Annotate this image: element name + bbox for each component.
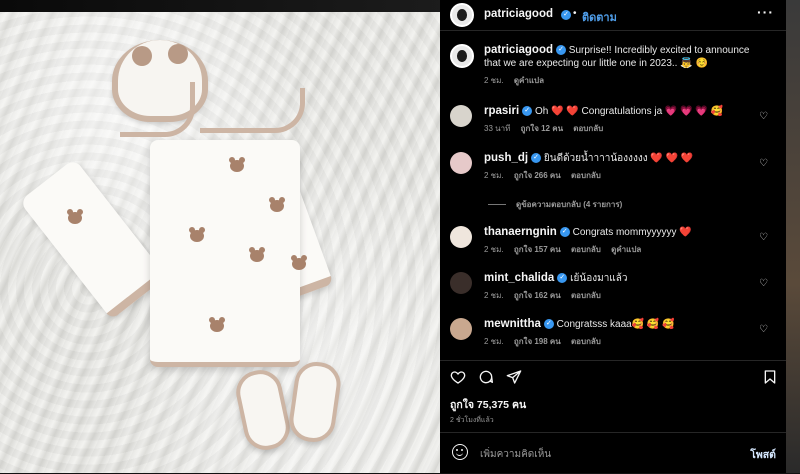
post-header: patriciagood ✓ • ติดตาม ···	[440, 0, 786, 31]
comments-list: patriciagood ✓ Surprise!! Incredibly exci…	[440, 30, 786, 360]
likes-count[interactable]: ถูกใจ 75,375 คน	[450, 396, 526, 413]
comment-time[interactable]: 33 นาที	[484, 124, 510, 133]
commenter-avatar[interactable]	[450, 272, 472, 294]
bear-print	[229, 157, 245, 172]
bear-print	[209, 317, 225, 332]
header-separator: •	[573, 8, 577, 19]
verified-badge-icon: ✓	[531, 153, 542, 164]
comment-likes[interactable]: ถูกใจ 266 คน	[514, 171, 561, 180]
comment-like-heart-icon[interactable]: ♡	[759, 324, 768, 335]
author-username[interactable]: patriciagood	[484, 8, 553, 20]
post-actions: ถูกใจ 75,375 คน 2 ชั่วโมงที่แล้ว	[440, 360, 786, 441]
comment-likes[interactable]: ถูกใจ 198 คน	[514, 337, 561, 346]
hat-ear-left	[132, 46, 152, 66]
comment-time[interactable]: 2 ชม.	[484, 337, 504, 346]
reply-button[interactable]: ตอบกลับ	[571, 337, 601, 346]
comment-time[interactable]: 2 ชม.	[484, 245, 504, 254]
comment-icon[interactable]	[478, 369, 494, 385]
reply-button[interactable]: ตอบกลับ	[571, 171, 601, 180]
caption-meta: 2 ชม. ดูคำแปล	[484, 74, 764, 87]
caption-username[interactable]: patriciagood	[484, 44, 553, 56]
comment-input[interactable]	[478, 445, 722, 463]
hat-ear-right	[168, 44, 188, 64]
comment-meta: 2 ชม. ถูกใจ 266 คน ตอบกลับ	[484, 169, 754, 182]
commenter-avatar[interactable]	[450, 318, 472, 340]
hat-strap-right	[200, 88, 305, 133]
background-feed-edge	[786, 0, 800, 473]
caption-avatar[interactable]	[450, 44, 474, 68]
comment-username[interactable]: push_dj	[484, 152, 528, 164]
reply-button[interactable]: ตอบกลับ	[571, 291, 601, 300]
verified-badge-icon: ✓	[522, 106, 533, 117]
verified-badge-icon: ✓	[556, 45, 567, 56]
comment-meta: 33 นาที ถูกใจ 12 คน ตอบกลับ	[484, 122, 754, 135]
caption-body: patriciagood ✓ Surprise!! Incredibly exci…	[484, 44, 764, 87]
comment-body: push_dj ✓ ยินดีด้วยน้ำาาาน้องงงงง ❤️ ❤️ ❤…	[484, 152, 754, 182]
author-avatar[interactable]	[450, 3, 474, 27]
verified-badge-icon: ✓	[561, 10, 571, 20]
bear-print	[269, 197, 285, 212]
avatar-image	[457, 9, 467, 21]
comment-body: mewnittha ✓ Congratsss kaaa🥰 🥰 🥰 2 ชม. ถู…	[484, 318, 754, 348]
view-replies-label: ดูข้อความตอบกลับ (4 รายการ)	[516, 200, 623, 209]
comment-time[interactable]: 2 ชม.	[484, 291, 504, 300]
comment-username[interactable]: thanaerngnin	[484, 226, 557, 238]
comment-body: mint_chalida ✓ เย้น้องมาแล้ว 2 ชม. ถูกใจ …	[484, 272, 754, 302]
bear-print	[67, 209, 83, 224]
comment-likes[interactable]: ถูกใจ 157 คน	[514, 245, 561, 254]
comment-body: rpasiri ✓ Oh ❤️ ❤️ Congratulations ja 💗 💗…	[484, 105, 754, 135]
comment-likes[interactable]: ถูกใจ 162 คน	[514, 291, 561, 300]
comment-text: ยินดีด้วยน้ำาาาน้องงงงง ❤️ ❤️ ❤️	[543, 153, 694, 164]
heart-icon[interactable]	[450, 369, 466, 385]
reply-button[interactable]: ตอบกลับ	[573, 124, 603, 133]
comment-username[interactable]: mewnittha	[484, 318, 541, 330]
translate-link[interactable]: ดูคำแปล	[514, 76, 544, 85]
comment-like-heart-icon[interactable]: ♡	[759, 232, 768, 243]
post-detail-panel: patriciagood ✓ • ติดตาม ··· patriciagood…	[440, 0, 786, 473]
post-comment-button[interactable]: โพสต์	[750, 446, 776, 463]
share-icon[interactable]	[506, 369, 522, 385]
comment-meta: 2 ชม. ถูกใจ 162 คน ตอบกลับ	[484, 289, 754, 302]
commenter-avatar[interactable]	[450, 152, 472, 174]
comment-like-heart-icon[interactable]: ♡	[759, 158, 768, 169]
verified-badge-icon: ✓	[543, 319, 554, 330]
bear-print	[291, 255, 307, 270]
comment-text: Congratsss kaaa🥰 🥰 🥰	[556, 319, 675, 330]
bear-print	[249, 247, 265, 262]
comment-username[interactable]: mint_chalida	[484, 272, 554, 284]
post-photo	[0, 12, 440, 473]
comment-like-heart-icon[interactable]: ♡	[759, 111, 768, 122]
commenter-avatar[interactable]	[450, 105, 472, 127]
bear-print	[189, 227, 205, 242]
comment-likes[interactable]: ถูกใจ 12 คน	[521, 124, 563, 133]
commenter-avatar[interactable]	[450, 226, 472, 248]
comment-username[interactable]: rpasiri	[484, 105, 519, 117]
view-replies-link[interactable]: ดูข้อความตอบกลับ (4 รายการ)	[488, 198, 622, 211]
more-dots-icon[interactable]: ···	[757, 4, 774, 20]
comment-text: Congrats mommyyyyyy ❤️	[572, 227, 692, 238]
comment-text: Oh ❤️ ❤️ Congratulations ja 💗 💗 💗 🥰	[534, 106, 724, 117]
reply-button[interactable]: ตอบกลับ	[571, 245, 601, 254]
replies-divider	[488, 204, 506, 206]
verified-badge-icon: ✓	[559, 227, 570, 238]
comment-body: thanaerngnin ✓ Congrats mommyyyyyy ❤️ 2 ช…	[484, 226, 754, 256]
follow-button[interactable]: ติดตาม	[582, 8, 617, 26]
emoji-icon[interactable]	[452, 444, 468, 460]
comment-composer: โพสต์	[440, 432, 786, 474]
verified-badge-icon: ✓	[557, 273, 568, 284]
comment-like-heart-icon[interactable]: ♡	[759, 278, 768, 289]
avatar-image	[457, 50, 467, 62]
comment-text: เย้น้องมาแล้ว	[570, 273, 628, 284]
comment-meta: 2 ชม. ถูกใจ 157 คน ตอบกลับ ดูคำแปล	[484, 243, 754, 256]
baby-shirt	[150, 140, 300, 367]
comment-time[interactable]: 2 ชม.	[484, 171, 504, 180]
bookmark-icon[interactable]	[762, 369, 778, 385]
hat-strap-left	[120, 82, 195, 137]
translate-link[interactable]: ดูคำแปล	[611, 245, 641, 254]
caption-time[interactable]: 2 ชม.	[484, 76, 504, 85]
post-time[interactable]: 2 ชั่วโมงที่แล้ว	[450, 415, 494, 426]
comment-meta: 2 ชม. ถูกใจ 198 คน ตอบกลับ	[484, 335, 754, 348]
